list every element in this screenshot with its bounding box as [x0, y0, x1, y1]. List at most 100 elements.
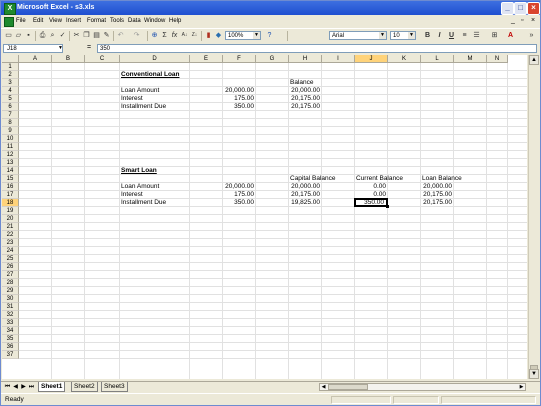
column-header-k[interactable]: K [388, 55, 421, 63]
scroll-right-icon[interactable]: ▶ [518, 384, 525, 390]
cell-f4[interactable]: 20,000.00 [224, 87, 254, 95]
bold-button[interactable]: B [423, 31, 432, 40]
row-header-37[interactable]: 37 [2, 351, 19, 359]
cell-f6[interactable]: 350.00 [224, 103, 254, 111]
cell-h15[interactable]: Capital Balance [290, 175, 336, 183]
toolbar-options-icon[interactable]: » [527, 31, 536, 40]
merge-center-icon[interactable]: ☰ [472, 31, 481, 40]
row-header-8[interactable]: 8 [2, 119, 19, 127]
formula-input[interactable]: 350 [97, 44, 537, 53]
chevron-down-icon[interactable]: ▼ [58, 45, 63, 51]
column-header-l[interactable]: L [421, 55, 454, 63]
row-header-9[interactable]: 9 [2, 127, 19, 135]
menu-view[interactable]: View [49, 18, 62, 24]
name-box[interactable]: J18 [3, 44, 63, 53]
font-dropdown[interactable]: Arial ▼ [329, 31, 387, 40]
spelling-icon[interactable]: ✓ [58, 31, 67, 40]
chart-wizard-icon[interactable]: ▮ [204, 31, 213, 40]
cell-h5[interactable]: 20,175.00 [290, 95, 320, 103]
row-header-31[interactable]: 31 [2, 303, 19, 311]
row-header-32[interactable]: 32 [2, 311, 19, 319]
row-header-4[interactable]: 4 [2, 87, 19, 95]
redo-icon[interactable]: ↷ [132, 31, 141, 40]
chevron-down-icon[interactable]: ▼ [253, 32, 260, 39]
underline-button[interactable]: U [447, 31, 456, 40]
row-header-17[interactable]: 17 [2, 191, 19, 199]
cell-l16[interactable]: 20,000.00 [422, 183, 452, 191]
last-sheet-icon[interactable]: ⏭ [28, 383, 35, 391]
drawing-icon[interactable]: ◆ [214, 31, 223, 40]
row-header-6[interactable]: 6 [2, 103, 19, 111]
cell-f16[interactable]: 20,000.00 [224, 183, 254, 191]
row-header-34[interactable]: 34 [2, 327, 19, 335]
row-header-2[interactable]: 2 [2, 71, 19, 79]
row-header-35[interactable]: 35 [2, 335, 19, 343]
row-header-15[interactable]: 15 [2, 175, 19, 183]
vertical-scrollbar[interactable]: ▲ ▼ [528, 55, 539, 379]
cell-l17[interactable]: 20,175.00 [422, 191, 452, 199]
column-header-g[interactable]: G [256, 55, 289, 63]
row-header-18[interactable]: 18 [2, 199, 19, 207]
menu-tools[interactable]: Tools [110, 18, 124, 24]
row-header-11[interactable]: 11 [2, 143, 19, 151]
maximize-button[interactable]: □ [514, 2, 527, 15]
autosum-icon[interactable]: Σ [160, 31, 169, 40]
fill-handle[interactable] [386, 205, 389, 208]
row-header-1[interactable]: 1 [2, 63, 19, 71]
menu-insert[interactable]: Insert [66, 18, 81, 24]
save-icon[interactable]: ▪ [24, 31, 33, 40]
column-header-i[interactable]: I [322, 55, 355, 63]
cell-h16[interactable]: 20,000.00 [290, 183, 320, 191]
row-header-21[interactable]: 21 [2, 223, 19, 231]
horizontal-scrollbar[interactable]: ◀ ▶ [319, 383, 526, 391]
cell-f17[interactable]: 175.00 [224, 191, 254, 199]
excel-icon[interactable]: X [4, 3, 16, 15]
column-header-d[interactable]: D [120, 55, 190, 63]
cell-f18[interactable]: 350.00 [224, 199, 254, 207]
row-header-10[interactable]: 10 [2, 135, 19, 143]
row-header-7[interactable]: 7 [2, 111, 19, 119]
row-header-3[interactable]: 3 [2, 79, 19, 87]
spreadsheet-grid[interactable]: ABCDEFGHIJKLMN 1 2 3 4 5 6 7 8 9 10 11 12 13 14 15 16 17… [2, 55, 527, 379]
sort-descending-icon[interactable]: Z↓ [190, 31, 199, 40]
doc-close-button[interactable]: × [531, 17, 535, 24]
chevron-down-icon[interactable]: ▼ [379, 32, 386, 39]
column-header-e[interactable]: E [190, 55, 223, 63]
scroll-down-icon[interactable]: ▼ [529, 369, 539, 379]
cell-l18[interactable]: 20,175.00 [422, 199, 452, 207]
scroll-up-icon[interactable]: ▲ [529, 55, 539, 65]
column-header-m[interactable]: M [454, 55, 487, 63]
cell-d16[interactable]: Loan Amount [121, 183, 159, 191]
help-icon[interactable]: ? [265, 31, 274, 40]
first-sheet-icon[interactable]: ⏮ [4, 383, 11, 391]
tab-sheet1[interactable]: Sheet1 [38, 382, 66, 392]
undo-icon[interactable]: ↶ [116, 31, 125, 40]
cell-d2[interactable]: Conventional Loan [121, 71, 180, 79]
menu-edit[interactable]: Edit [33, 18, 43, 24]
active-cell[interactable]: 350.00 [354, 198, 388, 207]
row-header-26[interactable]: 26 [2, 263, 19, 271]
row-header-27[interactable]: 27 [2, 271, 19, 279]
cell-d17[interactable]: Interest [121, 191, 143, 199]
new-icon[interactable]: ▭ [4, 31, 13, 40]
font-size-dropdown[interactable]: 10 ▼ [390, 31, 416, 40]
prev-sheet-icon[interactable]: ◀ [12, 383, 19, 391]
font-color-button[interactable]: A [506, 31, 515, 40]
column-header-h[interactable]: H [289, 55, 322, 63]
cell-j15[interactable]: Current Balance [356, 175, 403, 183]
zoom-dropdown[interactable]: 100% ▼ [225, 31, 261, 40]
tab-sheet2[interactable]: Sheet2 [71, 382, 98, 392]
minimize-button[interactable]: _ [501, 2, 514, 15]
cell-j16[interactable]: 0.00 [356, 183, 386, 191]
tab-sheet3[interactable]: Sheet3 [101, 382, 128, 392]
italic-button[interactable]: I [435, 31, 444, 40]
menu-window[interactable]: Window [144, 18, 165, 24]
row-header-28[interactable]: 28 [2, 279, 19, 287]
row-header-29[interactable]: 29 [2, 287, 19, 295]
menu-format[interactable]: Format [87, 18, 106, 24]
cell-d18[interactable]: Installment Due [121, 199, 166, 207]
sort-ascending-icon[interactable]: A↓ [180, 31, 189, 40]
paste-icon[interactable]: ▤ [92, 31, 101, 40]
cell-d4[interactable]: Loan Amount [121, 87, 159, 95]
menu-help[interactable]: Help [169, 18, 181, 24]
